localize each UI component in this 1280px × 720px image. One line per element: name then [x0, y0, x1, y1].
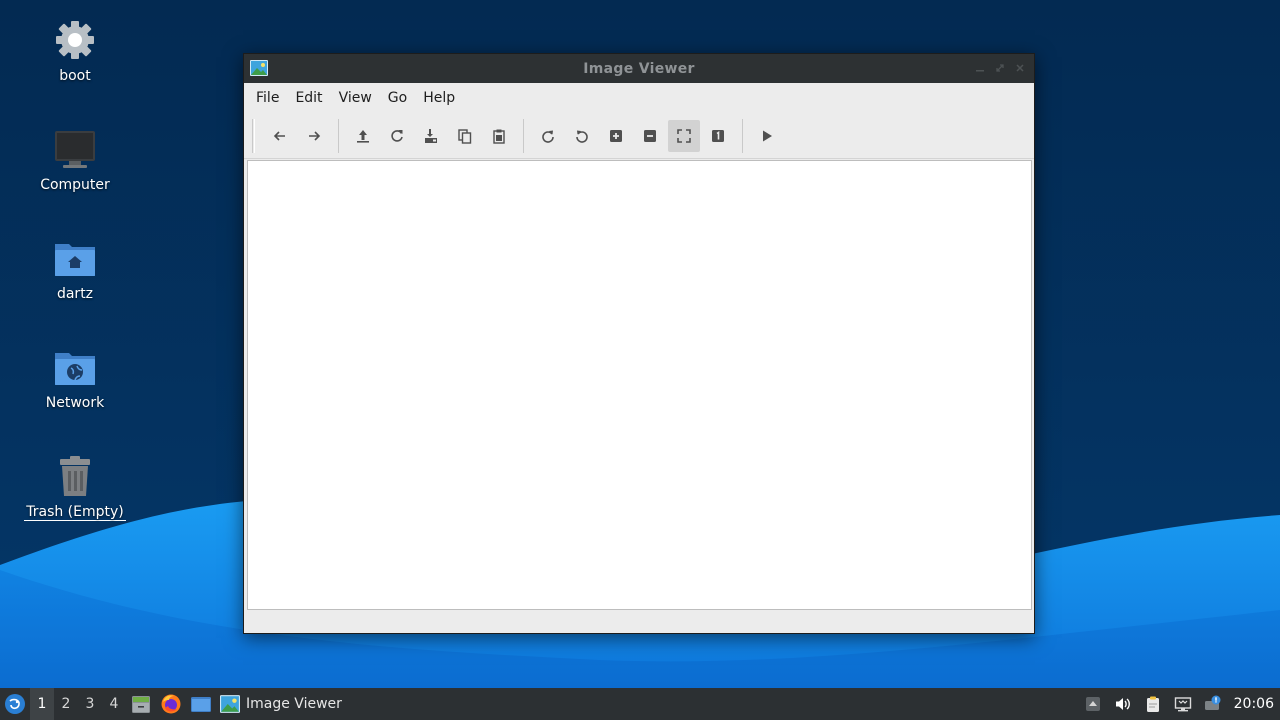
back-icon	[273, 130, 285, 141]
desktop-icon-label: dartz	[56, 286, 94, 302]
image-canvas[interactable]	[247, 160, 1032, 610]
maximize-icon[interactable]	[992, 60, 1008, 76]
menu-help[interactable]: Help	[415, 86, 463, 110]
xfce-mouse-icon	[5, 694, 25, 714]
network-folder-icon	[51, 343, 99, 391]
task-label: Image Viewer	[246, 696, 342, 712]
desktop-icon-computer[interactable]: Computer	[20, 125, 130, 193]
firefox-launcher[interactable]	[156, 688, 186, 720]
normal-size-button[interactable]	[702, 120, 734, 152]
window-titlebar[interactable]: Image Viewer	[244, 54, 1034, 83]
desktop-icon-label: Computer	[40, 177, 110, 193]
home-folder-icon	[51, 234, 99, 282]
system-tray: 20:06	[1078, 688, 1280, 720]
menu-edit[interactable]: Edit	[287, 86, 330, 110]
open-icon	[357, 129, 369, 143]
file-cabinet-icon	[132, 696, 150, 713]
image-viewer-app-icon[interactable]	[250, 60, 268, 76]
network-button[interactable]	[1168, 688, 1198, 720]
paste-icon	[493, 129, 505, 144]
save-as-button[interactable]	[415, 120, 447, 152]
save-as-icon	[425, 128, 437, 143]
notification-button[interactable]	[1198, 688, 1228, 720]
whisker-menu-button[interactable]	[0, 688, 30, 720]
back-button[interactable]	[264, 120, 296, 152]
chevron-up-icon	[1085, 697, 1100, 711]
menu-file[interactable]: File	[248, 86, 287, 110]
normal-size-icon	[712, 129, 724, 142]
desktop-folder-icon	[191, 697, 211, 712]
window-title: Image Viewer	[583, 60, 695, 77]
clipboard-button[interactable]	[1138, 688, 1168, 720]
volume-button[interactable]	[1108, 688, 1138, 720]
tray-expand-button[interactable]	[1078, 688, 1108, 720]
image-viewer-app-icon	[220, 695, 240, 713]
desktop-icon-home[interactable]: dartz	[20, 234, 130, 302]
desktop-icon-boot[interactable]: boot	[20, 16, 130, 84]
file-manager-launcher[interactable]	[126, 688, 156, 720]
slideshow-button[interactable]	[751, 120, 783, 152]
fit-to-window-button[interactable]	[668, 119, 700, 152]
rotate-counterclockwise-icon	[576, 130, 588, 143]
desktop-icon-trash[interactable]: Trash (Empty)	[20, 452, 130, 521]
clock[interactable]: 20:06	[1228, 696, 1280, 712]
copy-icon	[458, 128, 472, 144]
zoom-in-button[interactable]	[600, 120, 632, 152]
network-icon	[1174, 697, 1191, 712]
menu-go[interactable]: Go	[380, 86, 415, 110]
minimize-icon[interactable]	[972, 60, 988, 76]
workspace-2[interactable]: 2	[54, 688, 78, 720]
toolbar	[244, 113, 1034, 159]
notification-icon	[1204, 695, 1221, 710]
desktop-icon-label: boot	[59, 68, 91, 84]
desktop-icon-network[interactable]: Network	[20, 343, 130, 411]
clipboard-icon	[1146, 696, 1159, 712]
copy-button[interactable]	[449, 120, 481, 152]
paste-button[interactable]	[483, 120, 515, 152]
fit-to-window-icon	[677, 128, 691, 143]
task-image-viewer[interactable]: Image Viewer	[216, 688, 350, 720]
workspace-1[interactable]: 1	[30, 688, 54, 720]
desktop-icon-label: Network	[45, 395, 105, 411]
open-button[interactable]	[347, 120, 379, 152]
zoom-out-icon	[644, 129, 656, 142]
gear-icon	[51, 16, 99, 64]
forward-button[interactable]	[298, 120, 330, 152]
speaker-icon	[1115, 698, 1130, 710]
desktop-icon-label: Trash (Empty)	[24, 504, 126, 521]
reload-button[interactable]	[381, 120, 413, 152]
menu-bar: File Edit View Go Help	[244, 83, 1034, 113]
close-icon[interactable]	[1012, 60, 1028, 76]
show-desktop-launcher[interactable]	[186, 688, 216, 720]
toolbar-separator	[523, 118, 524, 153]
forward-icon	[309, 130, 321, 141]
rotate-counterclockwise-button[interactable]	[566, 120, 598, 152]
reload-icon	[391, 129, 403, 142]
zoom-out-button[interactable]	[634, 120, 666, 152]
workspace-3[interactable]: 3	[78, 688, 102, 720]
monitor-icon	[51, 125, 99, 173]
rotate-clockwise-button[interactable]	[532, 120, 564, 152]
taskbar: 1 2 3 4 Image Viewer 20:06	[0, 688, 1280, 720]
toolbar-separator	[338, 118, 339, 153]
firefox-icon	[161, 694, 181, 714]
status-bar	[244, 611, 1034, 633]
toolbar-handle[interactable]	[252, 118, 255, 153]
image-viewer-window[interactable]: Image Viewer File Edit View Go Help	[243, 53, 1035, 634]
workspace-4[interactable]: 4	[102, 688, 126, 720]
menu-view[interactable]: View	[331, 86, 380, 110]
trash-icon	[51, 452, 99, 500]
zoom-in-icon	[610, 129, 622, 142]
slideshow-icon	[763, 130, 772, 141]
rotate-clockwise-icon	[542, 130, 554, 143]
toolbar-separator	[742, 118, 743, 153]
